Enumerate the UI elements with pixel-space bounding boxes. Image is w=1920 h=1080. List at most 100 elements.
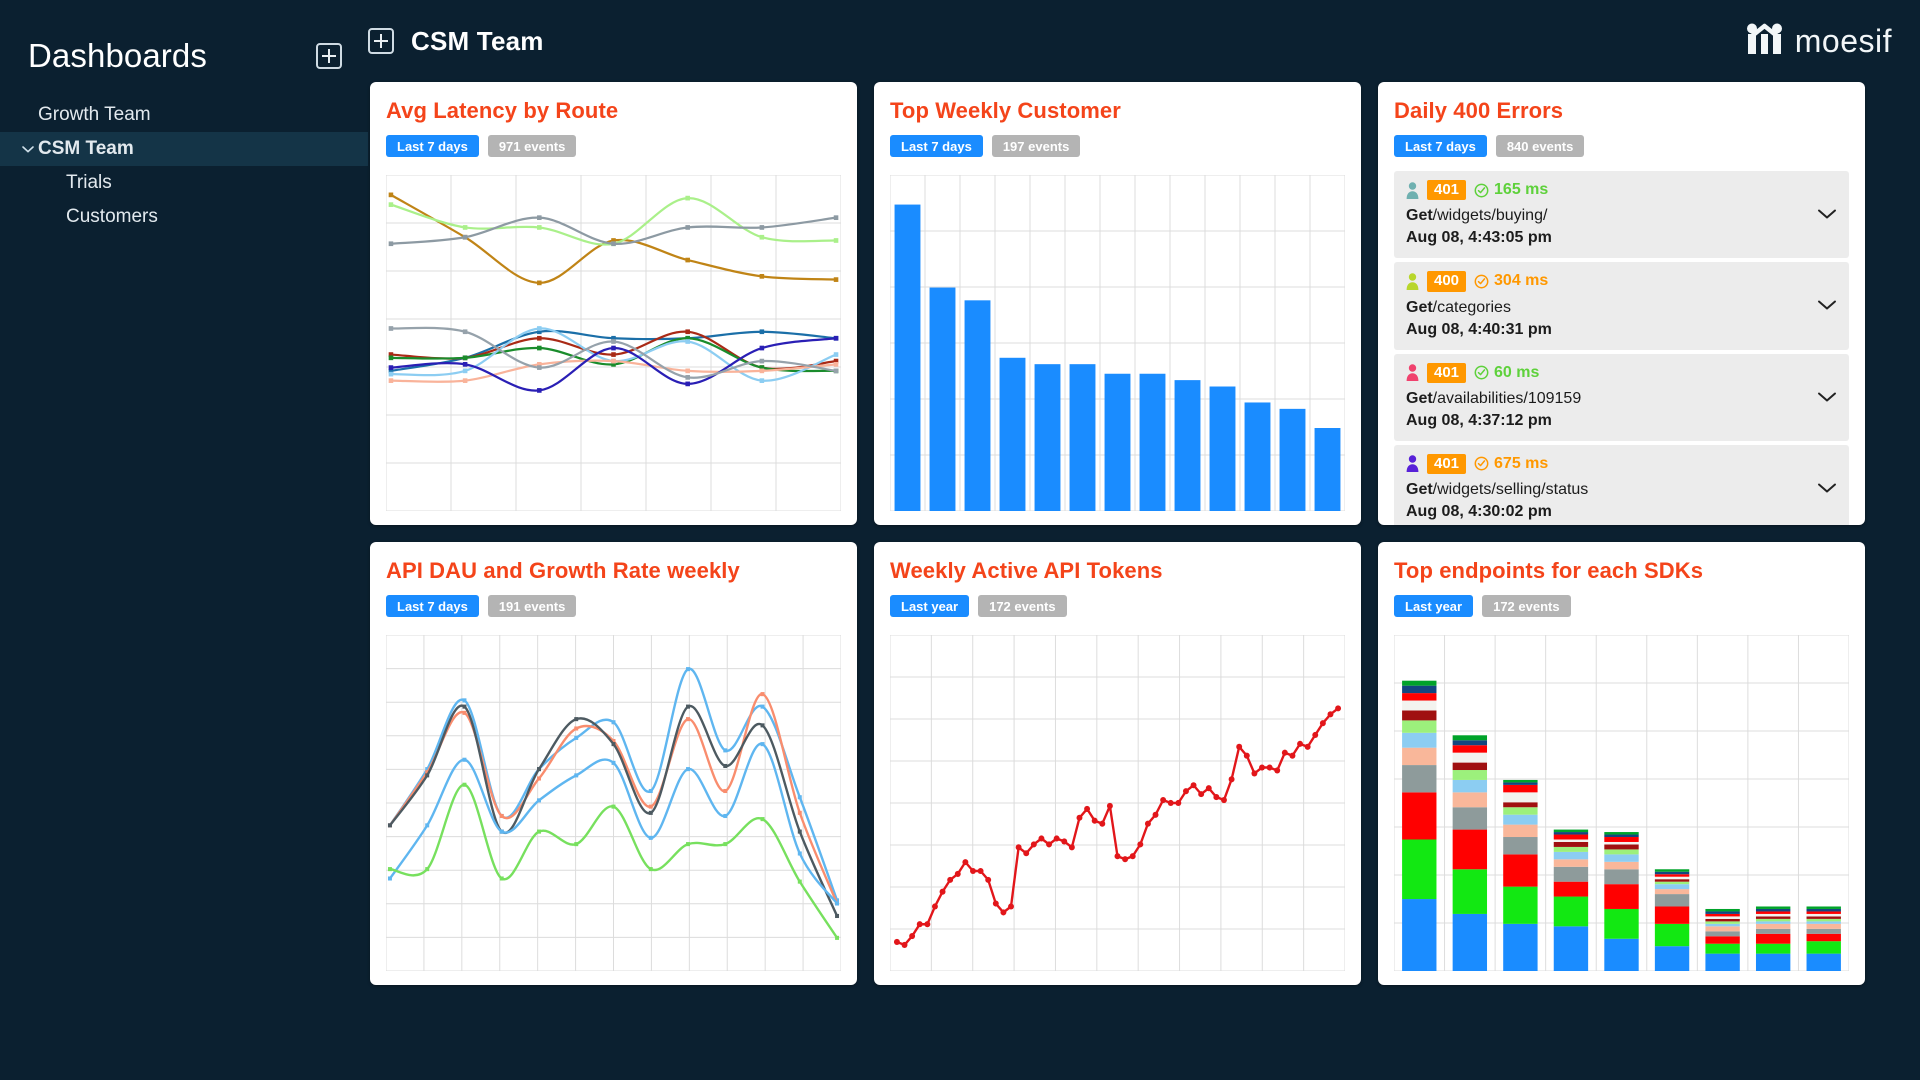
latency-value: 675 ms [1474, 455, 1548, 473]
error-item-route: Get/availabilities/109159 [1406, 389, 1582, 407]
error-item-route: Get/widgets/selling/status [1406, 481, 1589, 498]
avg-latency-line-chart [386, 175, 841, 511]
error-item-timestamp: Aug 08, 4:37:12 pm [1406, 411, 1552, 429]
clock-icon [1474, 365, 1489, 380]
card-weekly-active-api-tokens: Weekly Active API Tokens Last year 172 e… [874, 542, 1361, 985]
error-item-meta: 401 60 ms [1406, 362, 1811, 383]
error-item-content: 401 165 ms Get/widgets/buying/Aug 08, 4:43… [1406, 180, 1811, 248]
card-chart-area [890, 635, 1345, 971]
card-chart-area [890, 175, 1345, 511]
error-list-item[interactable]: 400 304 ms Get/categories Aug 08, 4:40:31 p… [1394, 262, 1849, 350]
card-top-weekly-customer: Top Weekly Customer Last 7 days 197 even… [874, 82, 1361, 525]
person-icon [1406, 181, 1419, 199]
person-icon [1406, 273, 1419, 290]
moesif-wordmark: moesif [1794, 22, 1892, 59]
expand-row-chevron-icon[interactable] [1811, 299, 1837, 311]
card-badges: Last 7 days 971 events [386, 135, 841, 157]
time-range-badge[interactable]: Last 7 days [890, 135, 983, 157]
clock-icon [1474, 456, 1489, 471]
sidebar: Dashboards Growth Team CSM Team Trials C… [0, 0, 368, 1080]
event-count-badge: 197 events [991, 135, 1081, 157]
card-title: Weekly Active API Tokens [890, 558, 1163, 583]
card-title: Daily 400 Errors [1394, 98, 1564, 123]
error-list-item[interactable]: 401 675 ms Get/widgets/selling/status Aug 0… [1394, 444, 1849, 525]
dashboard-app: Dashboards Growth Team CSM Team Trials C… [0, 0, 1920, 1080]
card-badges: Last year 172 events [890, 595, 1345, 617]
card-avg-latency-by-route: Avg Latency by Route Last 7 days 971 eve… [370, 82, 857, 525]
error-item-timestamp: Aug 08, 4:30:02 pm [1406, 503, 1552, 520]
card-chart-area [1394, 635, 1849, 971]
latency-value: 304 ms [1474, 272, 1548, 290]
chevron-down-icon [22, 132, 34, 166]
error-item-content: 401 60 ms Get/availabilities/109159 Aug 08,… [1406, 362, 1811, 431]
event-count-badge: 172 events [978, 595, 1067, 617]
error-item-timestamp: Aug 08, 4:43:05 pm [1406, 229, 1552, 247]
error-item-timestamp: Aug 08, 4:40:31 pm [1406, 320, 1552, 338]
status-code-badge: 401 [1427, 453, 1467, 474]
weekly-active-tokens-line-chart [890, 635, 1345, 971]
error-list-item[interactable]: 401 60 ms Get/availabilities/109159 Aug 08,… [1394, 353, 1849, 441]
card-title: Top Weekly Customer [890, 98, 1121, 123]
expand-row-chevron-icon[interactable] [1811, 391, 1837, 403]
error-item-route: Get/categories [1406, 298, 1511, 316]
top-weekly-customer-bar-chart [890, 175, 1345, 511]
moesif-logo-icon [1743, 22, 1785, 61]
error-item-meta: 401 675 ms [1406, 453, 1811, 474]
error-item-route: Get/widgets/buying/ [1406, 207, 1548, 225]
page-title: CSM Team [411, 25, 544, 56]
sidebar-header: Dashboards [0, 30, 368, 82]
card-api-dau-growth-rate: API DAU and Growth Rate weekly Last 7 da… [370, 542, 857, 985]
card-badges: Last 7 days 197 events [890, 135, 1345, 157]
error-item-meta: 401 165 ms [1406, 180, 1811, 201]
sidebar-item-label: Growth Team [38, 104, 151, 125]
sidebar-item-growth-team[interactable]: Growth Team [0, 98, 368, 132]
latency-value: 165 ms [1474, 181, 1548, 199]
sidebar-item-label: Trials [66, 172, 112, 193]
card-title: Avg Latency by Route [386, 98, 619, 123]
card-badges: Last year 172 events [1394, 595, 1849, 617]
card-daily-400-errors: Daily 400 Errors Last 7 days 840 events … [1378, 82, 1865, 525]
sidebar-item-csm-team[interactable]: CSM Team [0, 132, 368, 166]
sidebar-item-customers[interactable]: Customers [0, 200, 368, 234]
card-title: Top endpoints for each SDKs [1394, 558, 1704, 583]
error-event-list: 401 165 ms Get/widgets/buying/Aug 08, 4:43… [1394, 171, 1849, 525]
person-icon [1406, 364, 1419, 382]
sidebar-item-label: Customers [66, 206, 158, 227]
time-range-badge[interactable]: Last 7 days [386, 135, 479, 157]
expand-row-chevron-icon[interactable] [1811, 208, 1837, 220]
time-range-badge[interactable]: Last year [890, 595, 970, 617]
sidebar-title: Dashboards [28, 37, 207, 74]
sidebar-item-trials[interactable]: Trials [0, 166, 368, 200]
card-chart-area [386, 635, 841, 971]
error-item-content: 400 304 ms Get/categories Aug 08, 4:40:31 p… [1406, 271, 1811, 339]
add-widget-icon[interactable] [368, 28, 394, 54]
time-range-badge[interactable]: Last 7 days [386, 595, 479, 617]
status-code-badge: 401 [1427, 362, 1467, 383]
event-count-badge: 172 events [1482, 595, 1571, 617]
error-item-content: 401 675 ms Get/widgets/selling/status Aug 0… [1406, 453, 1811, 522]
top-endpoints-stacked-bar-chart [1394, 635, 1849, 971]
topbar: CSM Team moesif [368, 0, 1920, 82]
status-code-badge: 401 [1427, 180, 1467, 201]
latency-value: 60 ms [1474, 364, 1539, 382]
sidebar-item-label: CSM Team [38, 138, 134, 159]
card-badges: Last 7 days 191 events [386, 595, 841, 617]
clock-icon [1474, 274, 1489, 289]
error-item-meta: 400 304 ms [1406, 271, 1811, 292]
event-count-badge: 191 events [487, 595, 577, 617]
expand-row-chevron-icon[interactable] [1811, 482, 1837, 494]
person-icon [1406, 455, 1419, 473]
error-list-item[interactable]: 401 165 ms Get/widgets/buying/Aug 08, 4:43… [1394, 171, 1849, 259]
time-range-badge[interactable]: Last year [1394, 595, 1474, 617]
main-area: CSM Team moesif Avg Latency by Route Las… [368, 0, 1920, 1080]
status-code-badge: 400 [1427, 271, 1467, 292]
clock-icon [1474, 183, 1489, 198]
card-chart-area [386, 175, 841, 511]
card-title: API DAU and Growth Rate weekly [386, 558, 740, 583]
card-top-endpoints-sdks: Top endpoints for each SDKs Last year 17… [1378, 542, 1865, 985]
time-range-badge[interactable]: Last 7 days [1394, 135, 1487, 157]
event-count-badge: 971 events [487, 135, 577, 157]
event-count-badge: 840 events [1495, 135, 1585, 157]
add-dashboard-icon[interactable] [316, 43, 342, 69]
card-badges: Last 7 days 840 events [1394, 135, 1849, 157]
